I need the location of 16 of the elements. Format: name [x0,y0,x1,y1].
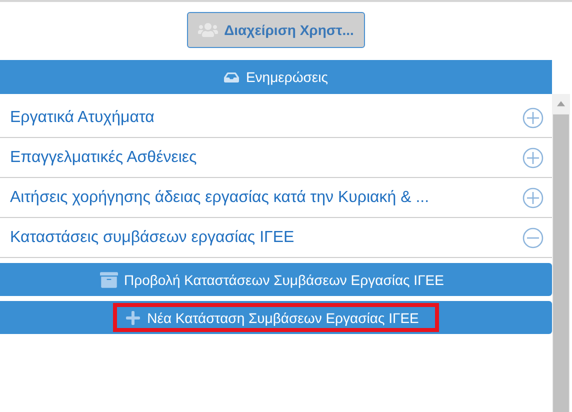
accordion-item[interactable]: Αιτήσεις χορήγησης άδειας εργασίας κατά την Κυριακή & ... [10,188,430,206]
archive-icon [100,270,118,288]
action-button[interactable]: Προβολή Καταστάσεων Συμβάσεων Εργασίας ΙΓΕΕ [0,263,552,296]
minus-circle-icon[interactable] [522,226,544,248]
inbox-icon [224,70,239,84]
plus-circle-icon[interactable] [522,146,544,168]
scrollbar[interactable] [552,94,570,412]
header-title: Ενημερώσεις [246,69,328,85]
accordion-item[interactable]: Καταστάσεις συμβάσεων εργασίας ΙΓΕΕ [10,228,294,246]
accordion-item[interactable]: Εργατικά Ατυχήματα [10,108,154,126]
plus-circle-icon[interactable] [522,106,544,128]
accordion-item[interactable]: Επαγγελματικές Ασθένειες [10,148,197,166]
users-icon [198,20,218,40]
action-button[interactable]: Νέα Κατάσταση Συμβάσεων Εργασίας ΙΓΕΕ [0,301,552,334]
plus-icon [125,310,142,326]
plus-circle-icon[interactable] [522,186,544,208]
